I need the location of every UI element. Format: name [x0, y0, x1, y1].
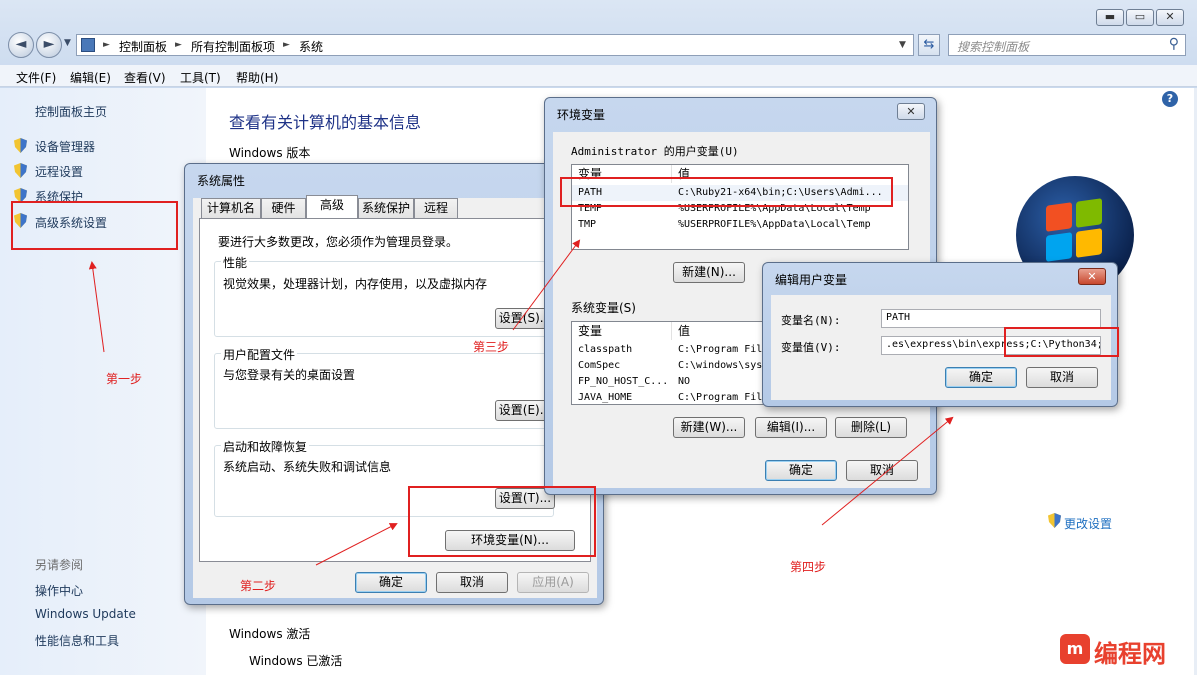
- tab-system-protection[interactable]: 系统保护: [358, 198, 414, 218]
- user-vars-label: Administrator 的用户变量(U): [571, 145, 739, 158]
- control-panel-icon: [81, 38, 95, 52]
- user-profiles-label: 用户配置文件: [221, 346, 298, 363]
- close-button[interactable]: ✕: [1156, 9, 1184, 26]
- sidebar-item-remote-settings[interactable]: 远程设置: [35, 163, 83, 180]
- cancel-button[interactable]: 取消: [846, 460, 918, 481]
- variable-value-label: 变量值(V):: [781, 341, 841, 354]
- step4-label: 第四步: [790, 560, 827, 574]
- see-also-heading: 另请参阅: [35, 558, 84, 572]
- apply-button[interactable]: 应用(A): [517, 572, 589, 593]
- search-icon[interactable]: ⚲: [1169, 36, 1179, 52]
- dialog-title: 环境变量: [557, 108, 606, 122]
- windows-edition-heading: Windows 版本: [229, 146, 311, 160]
- var-value: C:\Program Fil: [678, 392, 763, 403]
- variable-name-field[interactable]: PATH: [881, 309, 1101, 328]
- tab-hardware[interactable]: 硬件: [261, 198, 306, 218]
- step2-label: 第二步: [240, 579, 277, 593]
- breadcrumb-separator: ►: [283, 40, 290, 50]
- breadcrumb-all-items[interactable]: 所有控制面板项: [191, 38, 275, 55]
- refresh-icon[interactable]: ⇆: [918, 34, 940, 56]
- highlight-path-value: [1004, 327, 1119, 357]
- address-bar[interactable]: ► 控制面板 ► 所有控制面板项 ► 系统 ▼: [76, 34, 914, 56]
- left-navigation-pane: 控制面板主页 设备管理器 远程设置 系统保护 高级系统设置 另请参阅 操作中心 …: [0, 88, 206, 675]
- menu-view[interactable]: 查看(V): [124, 69, 166, 86]
- breadcrumb-separator: ►: [175, 40, 182, 50]
- var-value: NO: [678, 376, 691, 387]
- cancel-button[interactable]: 取消: [1026, 367, 1098, 388]
- menu-edit[interactable]: 编辑(E): [70, 69, 111, 86]
- var-value: C:\Program Fil: [678, 344, 763, 355]
- var-name: TMP: [578, 219, 597, 230]
- page-title: 查看有关计算机的基本信息: [229, 113, 422, 132]
- menu-tools[interactable]: 工具(T): [180, 69, 221, 86]
- performance-description: 视觉效果，处理器计划，内存使用，以及虚拟内存: [223, 277, 488, 291]
- startup-recovery-description: 系统启动、系统失败和调试信息: [223, 460, 392, 474]
- system-delete-button[interactable]: 删除(L): [835, 417, 907, 438]
- system-new-button[interactable]: 新建(W)...: [673, 417, 745, 438]
- var-name: JAVA_HOME: [578, 392, 633, 403]
- step1-label: 第一步: [106, 372, 143, 386]
- forward-button[interactable]: ►: [36, 32, 62, 58]
- menu-file[interactable]: 文件(F): [16, 69, 56, 86]
- var-name: classpath: [578, 344, 633, 355]
- user-new-button[interactable]: 新建(N)...: [673, 262, 745, 283]
- cancel-button[interactable]: 取消: [436, 572, 508, 593]
- highlight-path-row: [560, 177, 893, 207]
- shield-icon: [1048, 513, 1061, 528]
- var-name: FP_NO_HOST_C...: [578, 376, 669, 387]
- tab-remote[interactable]: 远程: [414, 198, 458, 218]
- help-icon[interactable]: ?: [1162, 91, 1178, 107]
- menu-bar: 文件(F) 编辑(E) 查看(V) 工具(T) 帮助(H): [0, 65, 1197, 87]
- admin-note: 要进行大多数更改，您必须作为管理员登录。: [218, 235, 459, 249]
- system-edit-button[interactable]: 编辑(I)...: [755, 417, 827, 438]
- highlight-env-button: [408, 486, 596, 557]
- search-placeholder: 搜索控制面板: [957, 40, 1030, 54]
- tab-advanced[interactable]: 高级: [306, 195, 358, 219]
- control-panel-home-link[interactable]: 控制面板主页: [35, 103, 107, 120]
- tab-computer-name[interactable]: 计算机名: [201, 198, 261, 218]
- dialog-title: 编辑用户变量: [775, 273, 848, 287]
- breadcrumb-separator: ►: [103, 40, 110, 50]
- performance-group: 性能 视觉效果，处理器计划，内存使用，以及虚拟内存 设置(S)...: [214, 254, 555, 337]
- watermark-text: 编程网: [1094, 640, 1166, 668]
- activation-heading: Windows 激活: [229, 627, 311, 641]
- shield-icon: [14, 138, 27, 153]
- sidebar-item-device-manager[interactable]: 设备管理器: [35, 138, 95, 155]
- change-settings-link[interactable]: 更改设置: [1064, 515, 1112, 532]
- var-name: ComSpec: [578, 360, 621, 371]
- back-button[interactable]: ◄: [8, 32, 34, 58]
- see-also-action-center[interactable]: 操作中心: [35, 582, 83, 599]
- breadcrumb-control-panel[interactable]: 控制面板: [119, 38, 167, 55]
- table-row[interactable]: TMP %USERPROFILE%\AppData\Local\Temp: [572, 217, 908, 233]
- ok-button[interactable]: 确定: [945, 367, 1017, 388]
- step3-label: 第三步: [473, 340, 510, 354]
- var-value: %USERPROFILE%\AppData\Local\Temp: [678, 219, 871, 230]
- close-icon[interactable]: ✕: [1078, 268, 1106, 285]
- recent-pages-chevron-icon[interactable]: ▼: [64, 38, 71, 48]
- performance-label: 性能: [221, 254, 250, 271]
- variable-name-label: 变量名(N):: [781, 314, 841, 327]
- var-value: C:\windows\sys: [678, 360, 763, 371]
- activation-status: Windows 已激活: [249, 654, 343, 668]
- menu-help[interactable]: 帮助(H): [236, 69, 278, 86]
- watermark-logo-icon: m: [1060, 634, 1090, 664]
- minimize-button[interactable]: ▬: [1096, 9, 1124, 26]
- user-profiles-group: 用户配置文件 与您登录有关的桌面设置 设置(E)...: [214, 346, 555, 429]
- startup-recovery-label: 启动和故障恢复: [221, 438, 310, 455]
- highlight-advanced-settings: [11, 201, 178, 250]
- close-icon[interactable]: ✕: [897, 103, 925, 120]
- breadcrumb-system[interactable]: 系统: [299, 38, 323, 55]
- address-dropdown-icon[interactable]: ▼: [899, 40, 906, 50]
- ok-button[interactable]: 确定: [765, 460, 837, 481]
- maximize-button[interactable]: ▭: [1126, 9, 1154, 26]
- dialog-title: 系统属性: [197, 174, 246, 188]
- user-profiles-description: 与您登录有关的桌面设置: [223, 368, 356, 382]
- column-header-variable[interactable]: 变量: [572, 322, 672, 340]
- see-also-performance-tools[interactable]: 性能信息和工具: [35, 632, 119, 649]
- search-input[interactable]: 搜索控制面板 ⚲: [948, 34, 1186, 56]
- see-also-windows-update[interactable]: Windows Update: [35, 607, 136, 621]
- ok-button[interactable]: 确定: [355, 572, 427, 593]
- shield-icon: [14, 163, 27, 178]
- system-vars-label: 系统变量(S): [571, 301, 636, 315]
